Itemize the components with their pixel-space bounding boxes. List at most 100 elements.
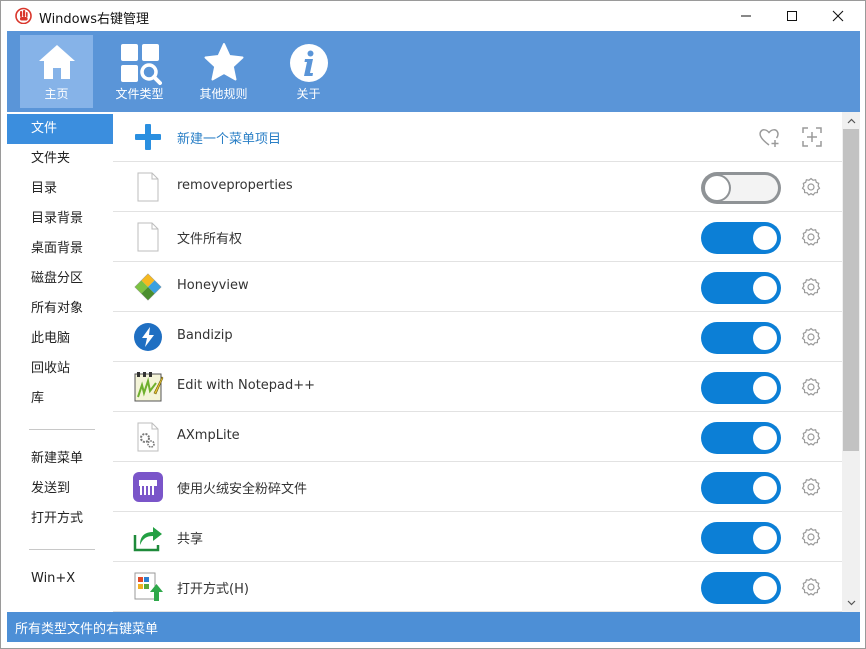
enable-toggle[interactable]	[701, 222, 781, 254]
sidebar-item-all-objects[interactable]: 所有对象	[7, 294, 113, 324]
status-text: 所有类型文件的右键菜单	[15, 622, 159, 637]
sidebar-item-file[interactable]: 文件	[7, 114, 113, 144]
enable-toggle[interactable]	[701, 522, 781, 554]
enable-toggle[interactable]	[701, 472, 781, 504]
chevron-up-icon	[847, 118, 855, 124]
status-bar: 所有类型文件的右键菜单	[7, 612, 860, 642]
list-item: 共享	[113, 512, 842, 562]
blank-file-icon	[137, 172, 159, 202]
item-label: Honeyview	[177, 278, 249, 293]
toggle-knob	[753, 576, 777, 600]
list-item: 文件所有权	[113, 212, 842, 262]
sidebar-item-directory[interactable]: 目录	[7, 174, 113, 204]
sidebar-item-folder[interactable]: 文件夹	[7, 144, 113, 174]
gear-file-icon	[137, 422, 159, 452]
menu-item-list: 新建一个菜单项目 removeproperties 文件所有权 Honeyvie…	[113, 112, 842, 612]
tab-file-types-label: 文件类型	[115, 87, 164, 101]
sidebar-item-this-pc[interactable]: 此电脑	[7, 324, 113, 354]
maximize-icon	[787, 11, 797, 21]
item-label: AXmpLite	[177, 428, 240, 443]
enable-toggle[interactable]	[701, 322, 781, 354]
star-icon	[204, 43, 243, 81]
list-item: Edit with Notepad++	[113, 362, 842, 412]
maximize-button[interactable]	[769, 1, 815, 31]
app-window: Windows右键管理 主页 文件类型 其他规则 关于 文件 文件夹 目录 目录…	[0, 0, 866, 649]
bandizip-icon	[134, 323, 162, 351]
close-button[interactable]	[815, 1, 861, 31]
sidebar-item-new-menu[interactable]: 新建菜单	[7, 444, 113, 474]
home-icon	[38, 45, 75, 79]
toggle-knob	[753, 276, 777, 300]
sidebar-item-directory-background[interactable]: 目录背景	[7, 204, 113, 234]
sidebar-item-win-x[interactable]: Win+X	[7, 564, 113, 594]
app-logo-icon	[15, 7, 32, 24]
enable-toggle[interactable]	[701, 272, 781, 304]
sidebar-item-desktop-background[interactable]: 桌面背景	[7, 234, 113, 264]
toggle-knob	[753, 476, 777, 500]
sidebar-item-open-with[interactable]: 打开方式	[7, 504, 113, 534]
list-item: 使用火绒安全粉碎文件	[113, 462, 842, 512]
add-entry-icon[interactable]	[801, 126, 823, 148]
sidebar-divider	[29, 429, 95, 430]
list-item: 打开方式(H)	[113, 562, 842, 612]
list-item: Honeyview	[113, 262, 842, 312]
gear-icon[interactable]	[801, 477, 821, 497]
gear-icon[interactable]	[801, 377, 821, 397]
toggle-knob	[753, 376, 777, 400]
gear-icon[interactable]	[801, 527, 821, 547]
scroll-up-button[interactable]	[842, 114, 860, 128]
gear-icon[interactable]	[801, 577, 821, 597]
enable-toggle[interactable]	[701, 422, 781, 454]
tab-other-rules[interactable]: 其他规则	[187, 35, 260, 108]
tab-home[interactable]: 主页	[20, 35, 93, 108]
close-icon	[832, 10, 844, 22]
enable-toggle[interactable]	[701, 172, 781, 204]
toggle-knob	[753, 326, 777, 350]
chevron-down-icon	[847, 600, 855, 606]
minimize-button[interactable]	[723, 1, 769, 31]
tab-home-label: 主页	[44, 87, 69, 101]
item-label: Bandizip	[177, 328, 233, 343]
sidebar-item-disk-partition[interactable]: 磁盘分区	[7, 264, 113, 294]
item-label: 打开方式(H)	[177, 582, 249, 597]
window-title: Windows右键管理	[39, 12, 150, 27]
vertical-scrollbar[interactable]	[842, 112, 860, 612]
gear-icon[interactable]	[801, 427, 821, 447]
minimize-icon	[741, 15, 751, 17]
notepadpp-icon	[134, 372, 164, 402]
plus-icon	[135, 124, 161, 150]
gear-icon[interactable]	[801, 177, 821, 197]
new-item-row[interactable]: 新建一个菜单项目	[113, 112, 842, 162]
item-label: 共享	[177, 532, 204, 547]
tab-about[interactable]: 关于	[272, 35, 345, 108]
share-icon	[133, 527, 162, 552]
shredder-icon	[133, 472, 163, 502]
main-toolbar: 主页 文件类型 其他规则 关于	[7, 31, 860, 112]
honeyview-icon	[134, 273, 162, 301]
sidebar-item-library[interactable]: 库	[7, 384, 113, 414]
gear-icon[interactable]	[801, 227, 821, 247]
heart-add-icon[interactable]	[757, 125, 781, 149]
info-icon	[289, 44, 328, 82]
scrollbar-thumb[interactable]	[843, 129, 859, 451]
gear-icon[interactable]	[801, 327, 821, 347]
list-item: AXmpLite	[113, 412, 842, 462]
toggle-knob	[753, 526, 777, 550]
tab-about-label: 关于	[296, 87, 321, 101]
blank-file-icon	[137, 222, 159, 252]
gear-icon[interactable]	[801, 277, 821, 297]
list-item: Bandizip	[113, 312, 842, 362]
sidebar-item-recycle-bin[interactable]: 回收站	[7, 354, 113, 384]
enable-toggle[interactable]	[701, 372, 781, 404]
sidebar-item-send-to[interactable]: 发送到	[7, 474, 113, 504]
toggle-knob	[753, 426, 777, 450]
sidebar-divider	[29, 549, 95, 550]
tab-file-types[interactable]: 文件类型	[103, 35, 176, 108]
open-with-icon	[134, 572, 163, 601]
scroll-down-button[interactable]	[842, 596, 860, 610]
title-bar[interactable]: Windows右键管理	[1, 1, 865, 31]
item-label: Edit with Notepad++	[177, 378, 316, 393]
sidebar: 文件 文件夹 目录 目录背景 桌面背景 磁盘分区 所有对象 此电脑 回收站 库 …	[7, 112, 113, 612]
item-label: removeproperties	[177, 178, 293, 193]
enable-toggle[interactable]	[701, 572, 781, 604]
